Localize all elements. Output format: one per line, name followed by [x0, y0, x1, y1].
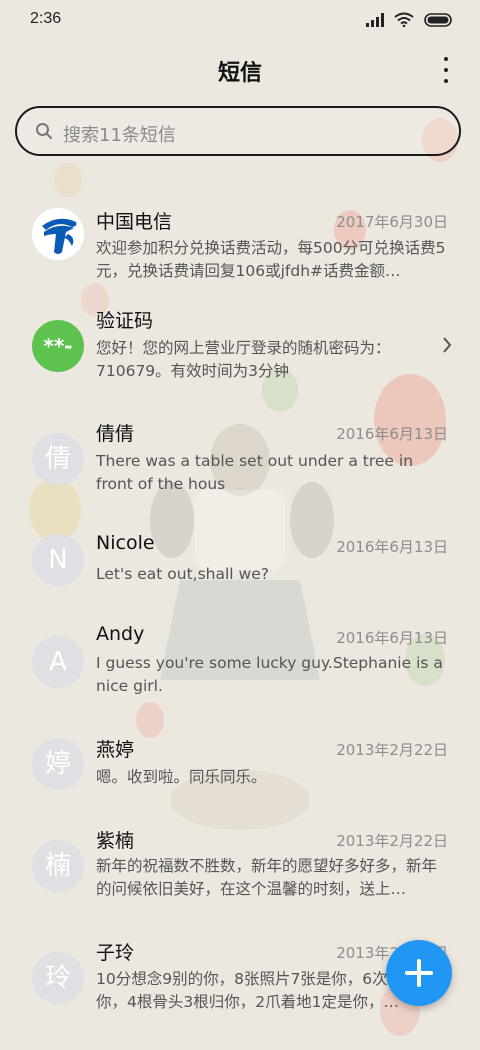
message-date: 2016年6月13日: [336, 425, 448, 443]
contact-avatar: 倩: [32, 433, 84, 485]
message-preview: 嗯。收到啦。同乐同乐。: [96, 768, 267, 786]
contact-name: 紫楠: [96, 830, 135, 852]
page-title: 短信: [217, 61, 262, 86]
plus-icon: [417, 959, 421, 987]
more-dot-icon: [444, 57, 448, 61]
message-preview: 您好！您的网上营业厅登录的随机密码为：710679。有效时间为3分钟: [96, 339, 391, 380]
contact-avatar: 婷: [32, 738, 84, 790]
contact-name: 中国电信: [96, 211, 173, 233]
contact-avatar: 玲: [32, 952, 84, 1004]
search-icon: [36, 123, 52, 139]
conversation-item[interactable]: 中国电信 2017年6月30日 欢迎参加积分兑换话费活动，每500分可兑换话费5…: [0, 193, 480, 305]
more-options-button[interactable]: [436, 57, 456, 83]
message-date: 2016年6月13日: [336, 629, 448, 647]
contact-name: 倩倩: [96, 423, 135, 445]
contact-name: 子玲: [96, 942, 135, 964]
conversation-item[interactable]: **- 验证码 您好！您的网上营业厅登录的随机密码为：710679。有效时间为3…: [0, 306, 480, 418]
contact-name: 燕婷: [96, 739, 135, 761]
battery-icon: [424, 12, 452, 27]
message-date: 2016年6月13日: [336, 538, 448, 556]
message-date: 2013年2月22日: [336, 741, 448, 759]
message-preview: I guess you're some lucky guy.Stephanie …: [96, 654, 443, 695]
chevron-right-icon: [443, 337, 452, 353]
message-preview: There was a table set out under a tree i…: [96, 452, 414, 493]
message-date: 2013年2月22日: [336, 832, 448, 850]
verification-code-avatar: **-: [32, 320, 84, 372]
status-bar: 2:36: [0, 0, 480, 40]
cellular-signal-icon: [366, 12, 384, 27]
contact-name: Andy: [96, 623, 145, 645]
contact-avatar: N: [32, 534, 84, 586]
message-date: 2017年6月30日: [336, 213, 448, 231]
conversation-item[interactable]: 楠 紫楠 2013年2月22日 新年的祝福数不胜数，新年的愿望好多好多，新年的问…: [0, 826, 480, 938]
more-dot-icon: [444, 68, 448, 72]
conversation-item[interactable]: A Andy 2016年6月13日 I guess you're some lu…: [0, 623, 480, 735]
search-input[interactable]: 搜索11条短信: [15, 106, 461, 156]
message-preview: 欢迎参加积分兑换话费活动，每500分可兑换话费5元，兑换话费请回复106或jfd…: [96, 239, 446, 280]
contact-avatar: A: [32, 636, 84, 688]
status-time: 2:36: [30, 10, 62, 27]
search-placeholder: 搜索11条短信: [63, 125, 176, 146]
new-message-button[interactable]: [386, 940, 452, 1006]
contact-name: 验证码: [96, 310, 154, 332]
contact-name: Nicole: [96, 532, 155, 554]
china-telecom-logo-avatar: [32, 208, 84, 260]
message-preview: Let's eat out,shall we?: [96, 565, 269, 583]
contact-avatar: 楠: [32, 840, 84, 892]
message-preview: 新年的祝福数不胜数，新年的愿望好多好多，新年的问候依旧美好，在这个温馨的时刻，送…: [96, 857, 438, 898]
conversation-item[interactable]: 倩 倩倩 2016年6月13日 There was a table set ou…: [0, 419, 480, 531]
wifi-icon: [394, 12, 414, 27]
status-icons: [366, 12, 454, 27]
more-dot-icon: [444, 79, 448, 83]
